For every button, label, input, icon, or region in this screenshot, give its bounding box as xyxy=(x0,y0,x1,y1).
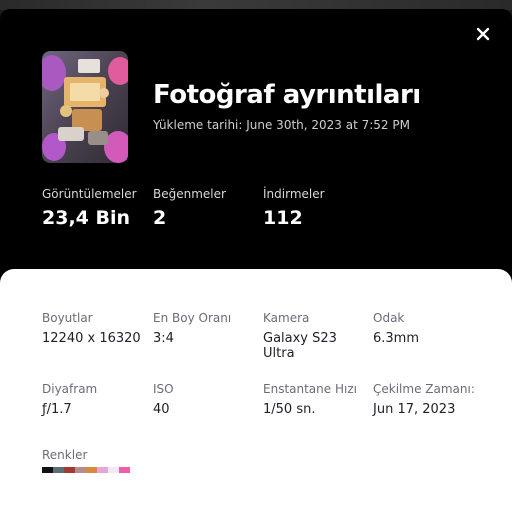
detail-focal-length: Odak 6.3mm xyxy=(373,311,477,346)
color-swatch[interactable] xyxy=(64,467,75,473)
color-swatch[interactable] xyxy=(53,467,64,473)
color-swatch[interactable] xyxy=(119,467,130,473)
detail-value: 12240 x 16320 xyxy=(42,331,141,346)
colors-label: Renkler xyxy=(42,448,88,462)
detail-value: Jun 17, 2023 xyxy=(373,402,456,417)
detail-camera: Kamera Galaxy S23 Ultra xyxy=(263,311,353,361)
close-icon xyxy=(476,27,490,41)
stat-views: Görüntülemeler 23,4 Bin xyxy=(42,187,137,229)
detail-aperture: Diyafram ƒ/1.7 xyxy=(42,382,146,417)
stat-label: İndirmeler xyxy=(263,187,325,201)
detail-value: ƒ/1.7 xyxy=(42,402,72,417)
dialog-title: Fotoğraf ayrıntıları xyxy=(153,80,421,110)
detail-label: ISO xyxy=(153,382,174,396)
detail-label: Boyutlar xyxy=(42,311,93,325)
detail-value: 3:4 xyxy=(153,331,174,346)
detail-label: Kamera xyxy=(263,311,310,325)
detail-aspect-ratio: En Boy Oranı 3:4 xyxy=(153,311,257,346)
upload-date: Yükleme tarihi: June 30th, 2023 at 7:52 … xyxy=(153,118,410,132)
color-swatch[interactable] xyxy=(75,467,86,473)
detail-value: Galaxy S23 Ultra xyxy=(263,331,337,361)
stat-label: Görüntülemeler xyxy=(42,187,137,201)
detail-label: En Boy Oranı xyxy=(153,311,232,325)
color-swatch[interactable] xyxy=(86,467,97,473)
detail-value: 40 xyxy=(153,402,170,417)
detail-capture-time: Çekilme Zamanı: Jun 17, 2023 xyxy=(373,382,493,417)
detail-label: Diyafram xyxy=(42,382,98,396)
detail-label: Enstantane Hızı xyxy=(263,382,357,396)
stat-label: Beğenmeler xyxy=(153,187,226,201)
photo-details-dialog: Fotoğraf ayrıntıları Yükleme tarihi: Jun… xyxy=(0,9,512,510)
color-swatch[interactable] xyxy=(42,467,53,473)
detail-label: Odak xyxy=(373,311,405,325)
stat-downloads: İndirmeler 112 xyxy=(263,187,325,229)
detail-label: Çekilme Zamanı: xyxy=(373,382,475,396)
detail-iso: ISO 40 xyxy=(153,382,257,417)
stat-value: 23,4 Bin xyxy=(42,207,131,229)
stat-value: 112 xyxy=(263,207,303,229)
close-button[interactable] xyxy=(474,25,492,43)
stat-likes: Beğenmeler 2 xyxy=(153,187,226,229)
detail-value: 6.3mm xyxy=(373,331,420,346)
stat-value: 2 xyxy=(153,207,167,229)
detail-dimensions: Boyutlar 12240 x 16320 xyxy=(42,311,146,346)
color-swatch[interactable] xyxy=(108,467,119,473)
details-panel: Boyutlar 12240 x 16320 En Boy Oranı 3:4 … xyxy=(0,269,512,510)
detail-value: 1/50 sn. xyxy=(263,402,316,417)
photo-thumbnail xyxy=(42,51,128,163)
detail-shutter-speed: Enstantane Hızı 1/50 sn. xyxy=(263,382,367,417)
color-swatch[interactable] xyxy=(97,467,108,473)
color-swatches xyxy=(42,467,130,473)
